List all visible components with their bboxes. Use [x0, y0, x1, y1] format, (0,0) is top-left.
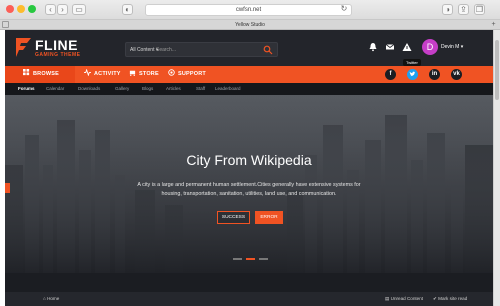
reload-icon[interactable]: ↻ [339, 4, 349, 15]
zoom-window-button[interactable] [28, 5, 36, 13]
sidebar-toggle-button[interactable]: ▭ [72, 4, 86, 15]
nav-store[interactable]: STORE [129, 66, 159, 83]
vk-icon[interactable]: vk [451, 69, 462, 80]
warning-icon[interactable] [402, 42, 412, 52]
checkmark-icon: ✔ [433, 296, 437, 301]
logo-name[interactable]: FLINE [35, 37, 78, 53]
nav-support-label: SUPPORT [178, 71, 206, 77]
unread-icon: ▤ [385, 296, 390, 301]
privacy-shield-icon[interactable]: ◐ [122, 4, 133, 15]
nav-browse[interactable]: BROWSE [23, 66, 59, 83]
home-icon: ⌂ [43, 296, 46, 301]
nav-activity-label: ACTIVITY [94, 71, 121, 77]
browser-titlebar: ‹ › ▭ ◐ cwfsn.net ↻ ◑ ⇪ ❐ [0, 0, 500, 20]
page-scrollbar[interactable] [493, 30, 500, 306]
support-icon [168, 69, 175, 76]
share-icon[interactable]: ⇪ [458, 4, 469, 15]
slide-dot-active[interactable] [246, 258, 255, 260]
search-scope-select[interactable]: All Content ▾ [130, 45, 158, 55]
facebook-icon[interactable]: f [385, 69, 396, 80]
unread-label: Unread Content [390, 296, 424, 301]
privacy-icon[interactable]: ◑ [442, 4, 453, 15]
main-nav: BROWSE ACTIVITY STORE SUPPORT f in vk [5, 66, 493, 83]
mark-read-label: Mark site read [438, 296, 468, 301]
bell-icon[interactable] [368, 42, 378, 52]
subnav-item-leaderboard[interactable]: Leaderboard [215, 83, 241, 95]
subnav-item-staff[interactable]: Staff [196, 83, 205, 95]
flame-logo-icon[interactable] [14, 36, 32, 58]
sub-nav: Forums Calendar Downloads Gallery Blogs … [5, 83, 493, 95]
nav-store-label: STORE [139, 71, 159, 77]
home-icon [23, 69, 30, 76]
tab-title[interactable]: Yellow Studio [0, 20, 500, 30]
subnav-item-forums[interactable]: Forums [18, 83, 35, 95]
linkedin-icon[interactable]: in [429, 69, 440, 80]
website: FLINE GAMING THEME All Content ▾ Search.… [5, 30, 493, 306]
tab-strip: Yellow Studio + [0, 20, 500, 30]
subnav-item-blogs[interactable]: Blogs [142, 83, 153, 95]
hero-slider: City From Wikipedia A city is a large an… [5, 95, 493, 273]
mark-site-read-link[interactable]: ✔ Mark site read [433, 292, 467, 306]
nav-browse-label: BROWSE [33, 71, 59, 77]
address-url: cwfsn.net [235, 7, 262, 13]
twitter-tooltip: Twitter [403, 59, 421, 66]
twitter-icon[interactable] [407, 69, 418, 80]
hero-description: A city is a large and permanent human se… [137, 182, 361, 197]
slide-dot[interactable] [259, 258, 268, 260]
avatar[interactable]: D [422, 39, 438, 55]
nav-activity[interactable]: ACTIVITY [84, 66, 121, 83]
hero-title: City From Wikipedia [186, 152, 312, 168]
success-button[interactable]: SUCCESS [217, 211, 250, 224]
subnav-item-calendar[interactable]: Calendar [46, 83, 64, 95]
minimize-window-button[interactable] [17, 5, 25, 13]
username-menu[interactable]: Devin M ▾ [441, 44, 463, 50]
twitter-bird-icon [409, 71, 416, 77]
envelope-icon[interactable] [385, 42, 395, 52]
nav-support[interactable]: SUPPORT [168, 66, 206, 83]
close-window-button[interactable] [6, 5, 14, 13]
subnav-item-articles[interactable]: Articles [166, 83, 181, 95]
breadcrumb-home-label: Home [47, 296, 60, 301]
address-bar[interactable]: cwfsn.net [145, 4, 352, 16]
slider-side-handle[interactable] [5, 183, 10, 193]
error-button[interactable]: ERROR [255, 211, 283, 224]
cart-icon [129, 70, 136, 76]
unread-content-link[interactable]: ▤ Unread Content [385, 292, 423, 306]
activity-icon [84, 69, 91, 76]
logo-tagline: GAMING THEME [35, 52, 81, 58]
subnav-item-gallery[interactable]: Gallery [115, 83, 129, 95]
back-button[interactable]: ‹ [45, 4, 56, 15]
forward-button[interactable]: › [57, 4, 68, 15]
slide-dot[interactable] [233, 258, 242, 260]
subnav-item-downloads[interactable]: Downloads [78, 83, 100, 95]
breadcrumb-bar: ⌂ Home ▤ Unread Content ✔ Mark site read [5, 292, 493, 306]
new-tab-button[interactable]: + [490, 21, 497, 28]
search-icon[interactable] [263, 45, 273, 55]
breadcrumb-home[interactable]: ⌂ Home [43, 292, 59, 306]
search-input[interactable]: Search... [156, 45, 176, 55]
slider-pagination [233, 258, 273, 261]
search-bar[interactable]: All Content ▾ Search... [125, 42, 278, 57]
tabs-icon[interactable]: ❐ [474, 4, 485, 15]
scrollbar-thumb[interactable] [495, 40, 499, 100]
